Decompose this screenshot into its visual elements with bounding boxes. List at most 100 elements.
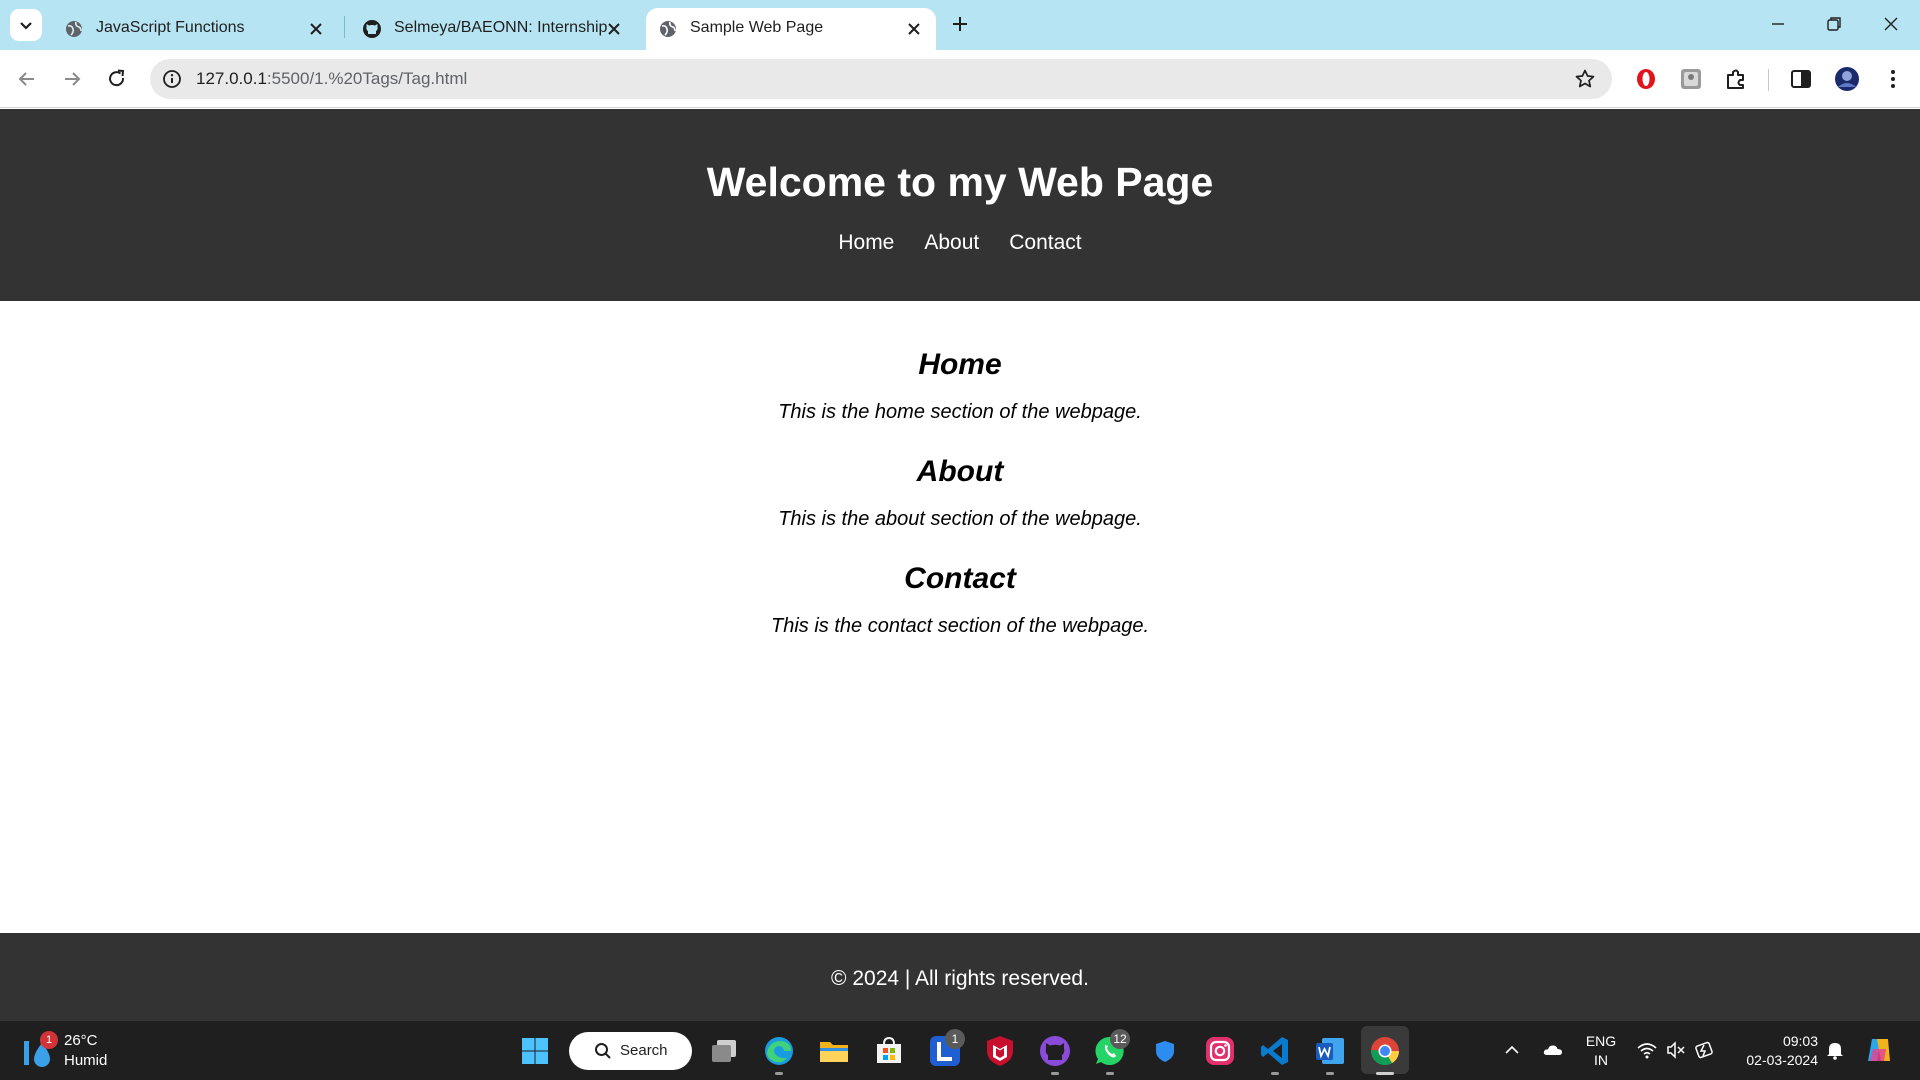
new-tab-icon[interactable] [948, 12, 972, 36]
start-button[interactable] [517, 1033, 553, 1069]
task-view-icon [712, 1040, 736, 1062]
taskbar-file-explorer[interactable] [816, 1033, 852, 1069]
taskbar-search[interactable]: Search [569, 1032, 692, 1070]
taskbar-mcafee[interactable] [982, 1033, 1018, 1069]
section-about: About This is the about section of the w… [0, 454, 1920, 532]
chrome-icon [1371, 1037, 1399, 1065]
nav-link-contact[interactable]: Contact [1009, 230, 1081, 256]
notification-badge: 12 [1110, 1029, 1130, 1049]
section-text: This is the home section of the webpage. [778, 401, 1142, 423]
close-icon[interactable] [306, 19, 326, 39]
onedrive-cloud-icon[interactable] [1542, 1039, 1564, 1061]
site-nav: Home About Contact [0, 230, 1920, 256]
weather-badge: 1 [40, 1031, 58, 1049]
section-text: This is the about section of the webpage… [778, 508, 1142, 530]
taskbar-edge[interactable] [761, 1033, 797, 1069]
task-view-button[interactable] [706, 1033, 742, 1069]
extensions-puzzle-icon[interactable] [1723, 66, 1749, 92]
browser-toolbar: 127.0.0.1:5500/1.%20Tags/Tag.html [0, 50, 1920, 108]
tab-search-button[interactable] [10, 9, 42, 41]
url-host: 127.0.0.1 [196, 69, 267, 88]
url-path: :5500/1.%20Tags/Tag.html [266, 69, 468, 88]
taskbar-vscode[interactable] [1257, 1033, 1293, 1069]
search-label: Search [620, 1042, 668, 1059]
language-code: ENG [1585, 1033, 1617, 1049]
site-info-icon[interactable] [162, 69, 182, 89]
tab-sample-web-page[interactable]: Sample Web Page [646, 8, 936, 50]
security-shield-icon [1156, 1041, 1174, 1062]
chevron-down-icon [20, 22, 32, 30]
opera-extension-icon[interactable] [1633, 66, 1659, 92]
close-icon[interactable] [904, 19, 924, 39]
section-heading: Contact [904, 562, 1016, 595]
search-icon [595, 1043, 611, 1059]
profile-avatar-icon[interactable] [1834, 66, 1860, 92]
taskbar-store[interactable] [871, 1033, 907, 1069]
globe-icon [660, 21, 676, 37]
notification-badge: 1 [945, 1029, 965, 1049]
tab-title: JavaScript Functions [96, 19, 245, 36]
wifi-icon[interactable] [1636, 1039, 1658, 1061]
instagram-icon [1206, 1037, 1234, 1065]
taskbar-word[interactable] [1312, 1033, 1348, 1069]
section-heading: Home [918, 348, 1002, 381]
restore-icon[interactable] [1822, 12, 1846, 36]
bookmark-star-icon[interactable] [1574, 68, 1596, 90]
running-indicator-active [1376, 1072, 1394, 1075]
page-title: Welcome to my Web Page [706, 159, 1214, 205]
taskbar-chrome[interactable] [1367, 1033, 1403, 1069]
footer-text: © 2024 | All rights reserved. [831, 967, 1089, 990]
tab-title: Selmeya/BAEONN: Internship [394, 19, 608, 36]
extension-image-icon[interactable] [1678, 66, 1704, 92]
running-indicator [775, 1072, 783, 1075]
speaker-muted-icon[interactable] [1665, 1039, 1687, 1061]
section-home: Home This is the home section of the web… [0, 347, 1920, 425]
address-bar[interactable]: 127.0.0.1:5500/1.%20Tags/Tag.html [150, 59, 1612, 99]
forward-arrow-icon[interactable] [59, 66, 85, 92]
close-icon[interactable] [604, 19, 624, 39]
tab-javascript-functions[interactable]: JavaScript Functions [52, 8, 338, 50]
nav-link-home[interactable]: Home [838, 230, 894, 256]
taskbar: 1 26°C Humid Search 1 12 ENG IN 09:03 02… [0, 1021, 1920, 1080]
language-indicator[interactable]: ENG IN [1584, 1032, 1618, 1070]
running-indicator [1271, 1072, 1279, 1075]
reload-icon[interactable] [104, 66, 130, 92]
web-page: Welcome to my Web Page Home About Contac… [0, 109, 1920, 1021]
nav-link-about[interactable]: About [924, 230, 979, 256]
windows-logo-icon [522, 1038, 548, 1064]
side-panel-icon[interactable] [1788, 66, 1814, 92]
weather-condition: Humid [64, 1052, 108, 1069]
taskbar-defender[interactable] [1147, 1033, 1183, 1069]
back-arrow-icon[interactable] [14, 66, 40, 92]
section-text: This is the contact section of the webpa… [771, 615, 1149, 637]
notification-bell-icon[interactable] [1824, 1039, 1846, 1061]
running-indicator [1051, 1072, 1059, 1075]
running-indicator [1106, 1072, 1114, 1075]
taskbar-github-desktop[interactable] [1037, 1033, 1073, 1069]
minimize-icon[interactable] [1766, 12, 1790, 36]
word-icon [1316, 1038, 1344, 1064]
copilot-icon[interactable] [1864, 1035, 1894, 1065]
battery-charging-icon[interactable] [1694, 1039, 1716, 1061]
tab-strip: JavaScript Functions Selmeya/BAEONN: Int… [0, 0, 1920, 50]
taskbar-instagram[interactable] [1202, 1033, 1238, 1069]
vscode-icon [1261, 1037, 1288, 1065]
edge-icon [765, 1037, 793, 1065]
close-window-icon[interactable] [1879, 12, 1903, 36]
toolbar-divider [1768, 69, 1769, 91]
section-contact: Contact This is the contact section of t… [0, 561, 1920, 639]
system-clock[interactable]: 09:03 02-03-2024 [1736, 1032, 1818, 1070]
menu-dots-icon[interactable] [1880, 66, 1906, 92]
github-icon [363, 20, 381, 38]
mcafee-shield-icon [987, 1036, 1013, 1066]
clock-date: 02-03-2024 [1746, 1052, 1818, 1068]
tab-title: Sample Web Page [690, 19, 824, 36]
clock-time: 09:03 [1782, 1033, 1818, 1049]
url-text: 127.0.0.1:5500/1.%20Tags/Tag.html [196, 69, 467, 89]
tab-divider [344, 16, 345, 38]
weather-widget[interactable]: 1 26°C Humid [22, 1029, 132, 1073]
chevron-up-icon[interactable] [1501, 1039, 1523, 1061]
weather-temperature: 26°C [64, 1032, 98, 1049]
tab-github-internship[interactable]: Selmeya/BAEONN: Internship [350, 8, 636, 50]
site-header: Welcome to my Web Page Home About Contac… [0, 109, 1920, 301]
